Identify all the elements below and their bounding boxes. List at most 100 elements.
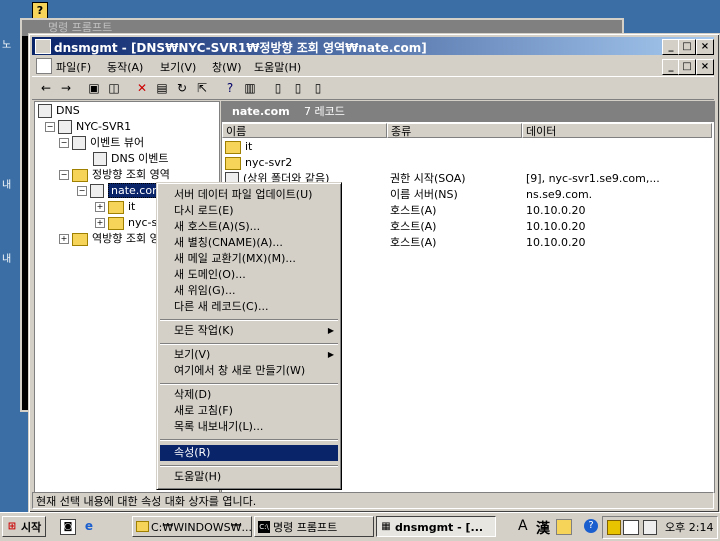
taskbar-button-explorer[interactable]: C:₩WINDOWS₩... [132,516,252,537]
column-type[interactable]: 종류 [387,123,522,138]
security-shield-icon[interactable] [607,520,621,535]
expand-toggle[interactable]: + [59,234,69,244]
collapse-toggle[interactable]: − [77,186,87,196]
tree-node-event-viewer[interactable]: − 이벤트 뷰어 [59,135,144,151]
column-data[interactable]: 데이터 [522,123,712,138]
expand-toggle[interactable]: + [95,202,105,212]
menu-window[interactable]: 창(W) [212,59,242,75]
help-icon[interactable]: ? [222,80,238,96]
mdi-restore-button[interactable]: □ [678,59,696,75]
new-record-icon[interactable]: ▯ [270,80,286,96]
properties-icon[interactable]: ▤ [154,80,170,96]
close-button[interactable]: × [696,39,714,55]
mdi-close-button[interactable]: × [696,59,714,75]
network-icon[interactable] [623,520,639,535]
desktop-icon-fragment[interactable]: 내 [2,250,18,265]
taskbar-button-command-prompt[interactable]: C:\ 명령 프롬프트 [254,516,374,537]
expand-toggle[interactable]: + [95,218,105,228]
new-delegation-icon[interactable]: ▯ [310,80,326,96]
console-icon[interactable]: ▥ [242,80,258,96]
folder-icon [108,216,124,230]
record-count: 7 레코드 [304,105,345,118]
tree-node-nyc-svr2[interactable]: + nyc-s [95,215,157,231]
window-title: dnsmgmt - [DNS₩NYC-SVR1₩정방향 조회 영역₩nate.c… [54,41,427,55]
menu-item-new-mail-exchanger[interactable]: 새 메일 교환기(MX)(M)... [160,251,338,267]
menu-item-new-domain[interactable]: 새 도메인(O)... [160,267,338,283]
console-menu-icon[interactable] [36,58,52,74]
tree-node-reverse-zones[interactable]: + 역방향 조회 영 [59,231,160,247]
help-tray-icon[interactable]: ? [584,519,598,533]
menu-item-properties[interactable]: 속성(R) [160,445,338,461]
menu-item-delete[interactable]: 삭제(D) [160,387,338,403]
title-bar[interactable]: dnsmgmt - [DNS₩NYC-SVR1₩정방향 조회 영역₩nate.c… [32,37,714,55]
menu-view[interactable]: 보기(V) [160,59,196,75]
menu-item-all-tasks[interactable]: 모든 작업(K) ▶ [160,323,338,339]
menu-help[interactable]: 도움말(H) [254,59,301,75]
taskbar-button-dnsmgmt[interactable]: ▦ dnsmgmt - [... [376,516,496,537]
menu-item-refresh[interactable]: 새로 고침(F) [160,403,338,419]
server-icon [58,120,72,134]
mmc-app-icon: ▦ [381,521,391,532]
menu-item-export-list[interactable]: 목록 내보내기(L)... [160,419,338,435]
tree-node-dns[interactable]: DNS [38,103,80,119]
menu-item-new-delegation[interactable]: 새 위임(G)... [160,283,338,299]
table-row[interactable]: nyc-svr2 [225,155,292,171]
folder-icon [108,200,124,214]
clock[interactable]: 오후 2:14 [665,519,713,535]
desktop-icon-fragment[interactable]: 노 [2,36,18,51]
export-icon[interactable]: ⇱ [194,80,210,96]
menu-item-view[interactable]: 보기(V) ▶ [160,347,338,363]
volume-icon[interactable] [643,520,657,535]
tree-node-it[interactable]: + it [95,199,135,215]
new-domain-icon[interactable]: ▯ [290,80,306,96]
dns-icon [38,104,52,118]
tree-node-forward-zones[interactable]: − 정방향 조회 영역 [59,167,170,183]
menu-item-reload[interactable]: 다시 로드(E) [160,203,338,219]
menu-item-update-server-data-file[interactable]: 서버 데이터 파일 업데이트(U) [160,187,338,203]
menu-item-new-host[interactable]: 새 호스트(A)(S)... [160,219,338,235]
tree-node-server[interactable]: − NYC-SVR1 [45,119,131,135]
start-button[interactable]: ⊞ 시작 [2,516,46,537]
menu-item-new-alias[interactable]: 새 별칭(CNAME)(A)... [160,235,338,251]
taskbar: ⊞ 시작 ◙ e C:₩WINDOWS₩... C:\ 명령 프롬프트 ▦ dnsmg… [0,512,720,541]
menu-separator [160,319,338,321]
delete-icon[interactable]: ✕ [134,80,150,96]
ime-tool-icon[interactable] [556,519,572,535]
collapse-toggle[interactable]: − [59,170,69,180]
ime-hanja-indicator[interactable]: 漢 [536,518,550,538]
column-name[interactable]: 이름 [222,123,387,138]
tree-node-dns-events[interactable]: DNS 이벤트 [93,151,169,167]
restore-button[interactable]: □ [678,39,696,55]
show-tree-icon[interactable]: ◫ [106,80,122,96]
folder-icon [72,168,88,182]
ime-english-indicator[interactable]: A [518,518,528,534]
table-row[interactable]: it [225,139,252,155]
collapse-toggle[interactable]: − [59,138,69,148]
show-desktop-icon[interactable]: ◙ [60,519,76,535]
event-viewer-icon [72,136,86,150]
collapse-toggle[interactable]: − [45,122,55,132]
zone-name: nate.com [232,105,290,118]
dnsmgmt-window: dnsmgmt - [DNS₩NYC-SVR1₩정방향 조회 영역₩nate.c… [28,33,720,513]
up-folder-icon[interactable]: ▣ [86,80,102,96]
menu-item-other-new-records[interactable]: 다른 새 레코드(C)... [160,299,338,315]
folder-icon [136,521,149,532]
menu-action[interactable]: 동작(A) [107,59,143,75]
submenu-arrow-icon: ▶ [327,350,334,359]
internet-explorer-icon[interactable]: e [82,519,96,533]
menu-file[interactable]: 파일(F) [56,59,91,75]
system-tray: 오후 2:14 [602,516,718,539]
mmc-app-icon[interactable] [35,39,51,54]
back-arrow-icon[interactable]: ← [38,80,54,96]
menu-separator [160,465,338,467]
refresh-icon[interactable]: ↻ [174,80,190,96]
menu-item-new-window-from-here[interactable]: 여기에서 창 새로 만들기(W) [160,363,338,379]
tree-node-nate-com[interactable]: − nate.com [77,183,166,199]
menu-item-help[interactable]: 도움말(H) [160,469,338,485]
menu-separator [160,383,338,385]
desktop-icon-fragment[interactable]: 내 [2,176,18,191]
folder-icon [225,156,241,170]
forward-arrow-icon[interactable]: → [58,80,74,96]
event-log-icon [93,152,107,166]
folder-icon [225,140,241,154]
